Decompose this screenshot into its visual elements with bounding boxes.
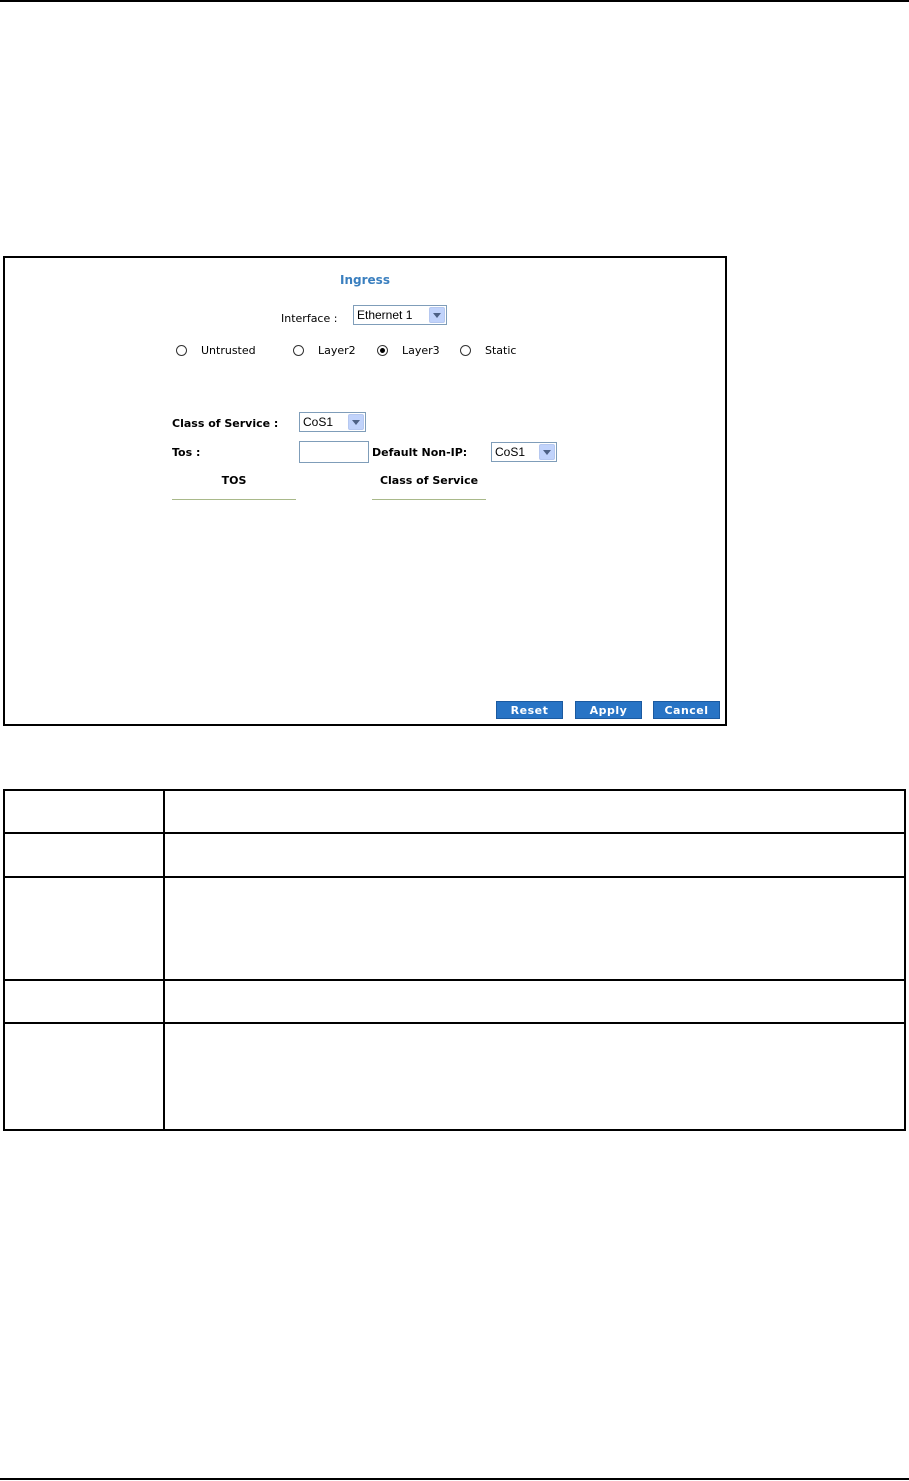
table-row (3, 789, 906, 834)
table-cell (163, 832, 906, 878)
radio-untrusted[interactable] (176, 345, 187, 356)
cos-column-header: Class of Service (379, 474, 479, 487)
table-cell (3, 832, 165, 878)
default-non-ip-select[interactable]: CoS1 (491, 442, 557, 462)
default-non-ip-value: CoS1 (495, 445, 526, 459)
radio-untrusted-label: Untrusted (201, 344, 256, 357)
table-cell (163, 1022, 906, 1131)
interface-label: Interface : (281, 312, 338, 325)
table-row (3, 1022, 906, 1131)
class-of-service-label: Class of Service : (172, 417, 279, 430)
radio-static-label: Static (485, 344, 517, 357)
radio-layer2-label: Layer2 (318, 344, 356, 357)
chevron-down-icon (539, 444, 555, 460)
cos-column-underline (372, 499, 486, 500)
default-non-ip-label: Default Non-IP: (372, 446, 468, 459)
description-table (3, 789, 906, 1131)
chevron-down-icon (348, 414, 364, 430)
tos-column-underline (172, 499, 296, 500)
table-row (3, 876, 906, 981)
table-cell (3, 876, 165, 981)
interface-select[interactable]: Ethernet 1 (353, 305, 447, 325)
radio-layer2[interactable] (293, 345, 304, 356)
table-cell (163, 876, 906, 981)
table-cell (163, 979, 906, 1024)
radio-layer3-label: Layer3 (402, 344, 440, 357)
interface-select-value: Ethernet 1 (357, 308, 413, 322)
apply-button[interactable]: Apply (575, 701, 642, 719)
tos-column-header: TOS (221, 474, 247, 487)
tos-input[interactable] (299, 441, 369, 463)
table-cell (3, 979, 165, 1024)
radio-layer3[interactable] (377, 345, 388, 356)
tos-label: Tos : (172, 446, 201, 459)
radio-selected-dot (380, 348, 385, 353)
reset-button[interactable]: Reset (496, 701, 563, 719)
class-of-service-value: CoS1 (303, 415, 334, 429)
table-cell (163, 789, 906, 834)
table-row (3, 979, 906, 1024)
table-cell (3, 789, 165, 834)
table-row (3, 832, 906, 878)
ingress-panel: Ingress Interface : Ethernet 1 Untrusted… (3, 256, 727, 726)
panel-title: Ingress (340, 273, 390, 287)
class-of-service-select[interactable]: CoS1 (299, 412, 366, 432)
table-cell (3, 1022, 165, 1131)
radio-static[interactable] (460, 345, 471, 356)
cancel-button[interactable]: Cancel (653, 701, 720, 719)
chevron-down-icon (429, 307, 445, 323)
header-rule (0, 0, 909, 2)
footer-rule (0, 1478, 909, 1480)
